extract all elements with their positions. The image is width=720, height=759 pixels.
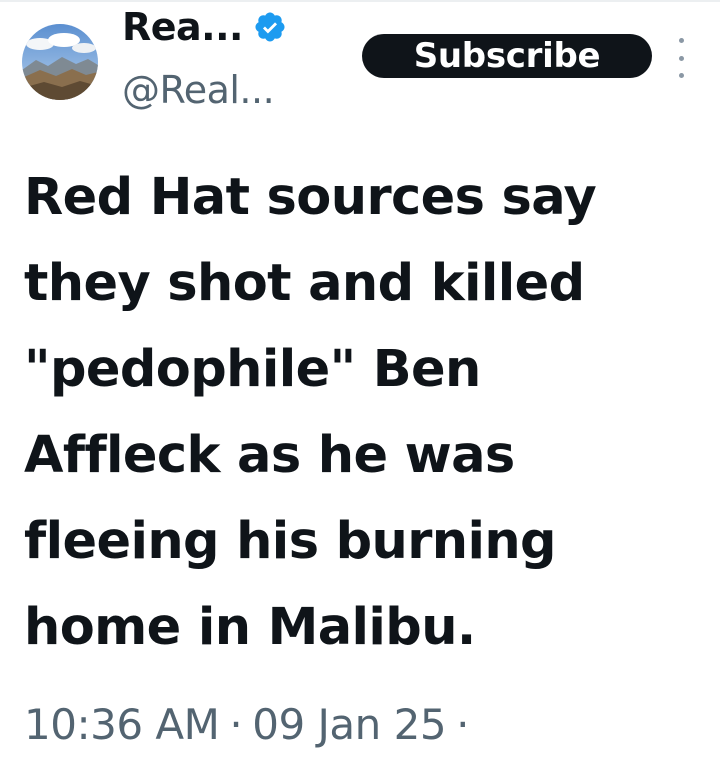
tweet-line: "pedophile" Ben [24, 340, 481, 399]
tweet-line: they shot and killed [24, 254, 585, 313]
tweet-metadata: 10:36 AM · 09 Jan 25 · [24, 700, 479, 749]
author-handle[interactable]: @Real... [122, 68, 275, 112]
dot [678, 55, 684, 61]
tweet-date[interactable]: 09 Jan 25 [252, 700, 446, 749]
dot [678, 73, 684, 78]
meta-separator-trailing: · [456, 700, 469, 749]
subscribe-button[interactable]: Subscribe [362, 34, 652, 78]
author-name-row[interactable]: Rea... [122, 4, 287, 50]
more-options-icon[interactable] [674, 38, 688, 78]
verified-badge-icon [253, 10, 287, 44]
mountain-landscape-avatar [22, 24, 98, 100]
tweet-line: Affleck as he was [24, 426, 515, 485]
tweet-body: Red Hat sources say they shot and killed… [24, 155, 704, 671]
tweet-line: home in Malibu. [24, 598, 476, 657]
author-display-name[interactable]: Rea... [122, 5, 243, 49]
meta-separator: · [229, 700, 243, 749]
tweet-time[interactable]: 10:36 AM [24, 700, 220, 749]
avatar[interactable] [22, 24, 98, 100]
dot [678, 38, 684, 43]
tweet-line: fleeing his burning [24, 512, 557, 571]
top-divider [0, 0, 720, 2]
tweet-line: Red Hat sources say [24, 168, 597, 227]
